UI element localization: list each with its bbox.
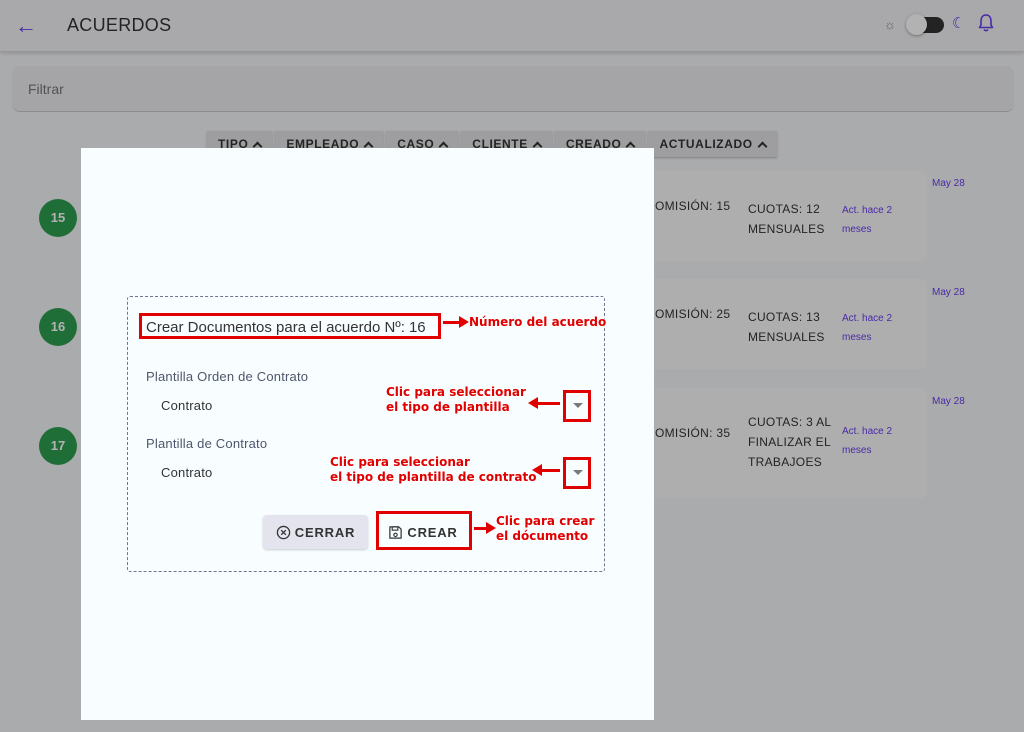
order-template-label: Plantilla Orden de Contrato <box>146 369 309 384</box>
annotation-line: el tipo de plantilla <box>386 400 510 414</box>
arrow-left-icon <box>532 464 560 476</box>
contract-template-value[interactable]: Contrato <box>161 465 212 480</box>
annotation-contract-dropdown: Clic para seleccionar el tipo de plantil… <box>330 455 536 485</box>
highlight-create-button <box>376 511 472 550</box>
annotation-create-button: Clic para crear el dócumento <box>496 514 594 544</box>
arrow-right-icon <box>443 316 469 328</box>
annotation-line: el dócumento <box>496 529 589 543</box>
annotation-line: el tipo de plantilla de contrato <box>330 470 537 484</box>
highlight-order-dropdown <box>563 390 591 422</box>
arrow-left-icon <box>528 397 560 409</box>
annotation-line: Clic para seleccionar <box>330 455 470 469</box>
order-template-value[interactable]: Contrato <box>161 398 212 413</box>
arrow-right-icon <box>474 522 496 534</box>
annotation-line: Clic para crear <box>496 514 595 528</box>
cancel-circle-icon <box>276 525 291 539</box>
close-button[interactable]: CERRAR <box>263 515 368 549</box>
annotation-agreement-number: Número del acuerdo <box>469 315 607 329</box>
highlight-contract-dropdown <box>563 457 591 489</box>
annotation-order-dropdown: Clic para seleccionar el tipo de plantil… <box>386 385 526 415</box>
contract-template-label: Plantilla de Contrato <box>146 436 268 451</box>
annotation-line: Clic para seleccionar <box>386 385 526 399</box>
close-button-label: CERRAR <box>294 524 356 540</box>
create-documents-dialog: Crear Documentos para el acuerdo Nº: 16 P… <box>81 148 654 720</box>
highlight-agreement-number <box>139 313 441 339</box>
